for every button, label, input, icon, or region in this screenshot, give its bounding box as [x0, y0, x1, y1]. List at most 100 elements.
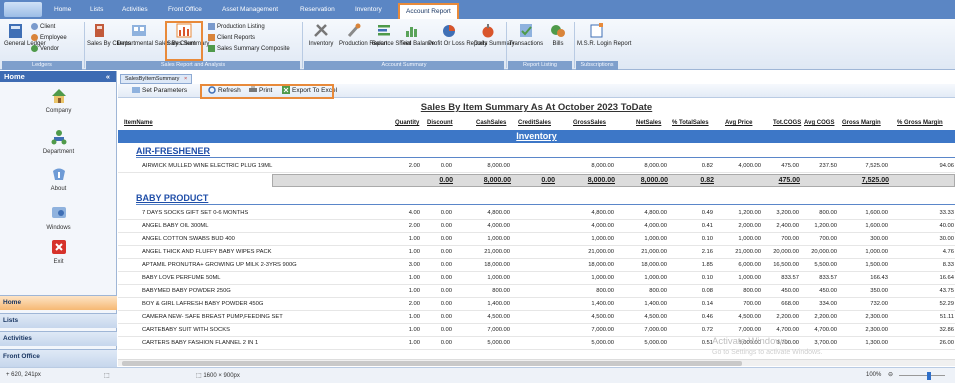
- general-ledger-button[interactable]: General Ledger: [4, 22, 46, 48]
- sales-summary-composite-button[interactable]: Sales Summary Composite: [208, 45, 290, 52]
- sidebar-item-department[interactable]: Department: [0, 128, 117, 155]
- client-button[interactable]: Client: [31, 23, 55, 30]
- daily-summary-button[interactable]: Daily Summary: [474, 22, 515, 48]
- tab-reservation[interactable]: Reservation: [300, 6, 335, 13]
- document-tab[interactable]: SalesByItemSummary ×: [120, 74, 193, 84]
- sales-by-clients-button[interactable]: Sales By Clients: [87, 22, 131, 48]
- col-header-grosssales[interactable]: GrossSales: [573, 120, 606, 126]
- production-listing-button[interactable]: Production Listing: [208, 23, 265, 30]
- table-row[interactable]: CARTEBABY SUIT WITH SOCKS 1.00 0.00 7,000.0…: [118, 324, 955, 337]
- trial-balance-button[interactable]: Trial Balance: [400, 22, 435, 48]
- avgcogs-cell: 833.57: [819, 275, 837, 281]
- cogs-cell: 20,000.00: [773, 249, 799, 255]
- menu-tab-bar: Home Lists Activities Front Office Asset…: [0, 0, 955, 19]
- table-row[interactable]: BOY & GIRL LAFRESH BABY POWDER 450G 2.00 0…: [118, 298, 955, 311]
- table-row[interactable]: BABYMED BABY POWDER 250G 1.00 0.00 800.00 80…: [118, 285, 955, 298]
- col-header-itemname[interactable]: ItemName: [124, 120, 153, 126]
- cash-cell: 4,000.00: [487, 223, 510, 229]
- margin-cell: 1,300.00: [865, 340, 888, 346]
- collapse-sidebar-button[interactable]: «: [106, 71, 110, 82]
- tab-inventory[interactable]: Inventory: [355, 6, 382, 13]
- transactions-button[interactable]: Transactions: [509, 22, 543, 48]
- tab-home[interactable]: Home: [54, 6, 71, 13]
- margin-cell: 1,500.00: [865, 262, 888, 268]
- col-header-discount[interactable]: Discount: [427, 120, 453, 126]
- production-report-button[interactable]: Production Report: [339, 22, 387, 48]
- nav-activities[interactable]: Activities: [0, 331, 117, 346]
- nav-lists[interactable]: Lists: [0, 313, 117, 328]
- pct-cell: 0.46: [701, 314, 713, 320]
- item-name-cell: ANGEL COTTON SWABS BUD 400: [142, 236, 235, 242]
- bills-button[interactable]: Bills: [547, 22, 569, 48]
- table-row[interactable]: 7 DAYS SOCKS GIFT SET 0-6 MONTHS 4.00 0.00…: [118, 207, 955, 220]
- balance-sheet-button[interactable]: Balance Sheet: [372, 22, 411, 48]
- tab-front-office[interactable]: Front Office: [168, 6, 202, 13]
- item-name-cell: CAMERA NEW- SAFE BREAST PUMP,FEEDING SET: [142, 314, 283, 320]
- zoom-slider-thumb[interactable]: [927, 372, 931, 380]
- col-header-tot-cogs[interactable]: Tot.COGS: [773, 120, 801, 126]
- item-name-cell: CARTERS BABY FASHION FLANNEL 2 IN 1: [142, 340, 259, 346]
- horizontal-scrollbar[interactable]: [118, 359, 955, 366]
- disc-cell: 0.00: [440, 288, 452, 294]
- sidebar-item-company[interactable]: Company: [0, 87, 117, 114]
- tab-lists[interactable]: Lists: [90, 6, 103, 13]
- report-area: Sales By Item Summary As At October 2023…: [118, 99, 955, 367]
- table-row[interactable]: ANGEL THICK AND FLUFFY BABY WIPES PACK 1.…: [118, 246, 955, 259]
- sales-summary-highlight: [165, 21, 203, 61]
- sidebar-item-windows[interactable]: Windows: [0, 204, 117, 231]
- nav-front-office[interactable]: Front Office: [0, 349, 117, 367]
- nav-home[interactable]: Home: [0, 295, 117, 310]
- table-row[interactable]: ANGEL COTTON SWABS BUD 400 1.00 0.00 1,000.…: [118, 233, 955, 246]
- avg-cell: 4,000.00: [738, 163, 761, 169]
- margin-cell: 1,600.00: [865, 223, 888, 229]
- vendor-button[interactable]: Vendor: [31, 45, 59, 52]
- col-header-netsales[interactable]: NetSales: [636, 120, 661, 126]
- table-row[interactable]: AIRWICK MULLED WINE ELECTRIC PLUG 19ML 2.…: [118, 160, 955, 173]
- group-separator: [506, 22, 507, 68]
- tab-activities[interactable]: Activities: [122, 6, 148, 13]
- col-header-quantity[interactable]: Quantity: [395, 120, 419, 126]
- selection-icon: ⬚: [104, 373, 110, 379]
- departmental-sales-button[interactable]: Departmental Sales By Client: [117, 22, 195, 48]
- sidebar-item-exit[interactable]: Exit: [0, 238, 117, 265]
- ledger-book-icon: [9, 24, 22, 38]
- scrollbar-thumb[interactable]: [122, 361, 742, 366]
- sidebar-header: Home «: [0, 71, 116, 82]
- col-header-pct-totalsales[interactable]: % TotalSales: [672, 120, 709, 126]
- inventory-report-button[interactable]: Inventory: [305, 22, 337, 48]
- cash-cell: 1,000.00: [487, 236, 510, 242]
- set-parameters-button[interactable]: Set Parameters: [132, 86, 187, 94]
- margin-cell: 1,000.00: [865, 249, 888, 255]
- cash-cell: 4,500.00: [487, 314, 510, 320]
- qty-cell: 1.00: [408, 314, 420, 320]
- zoom-out-button[interactable]: ⊖: [888, 371, 893, 378]
- tab-asset-management[interactable]: Asset Management: [222, 6, 278, 13]
- table-row[interactable]: ANGEL BABY OIL 300ML 2.00 0.00 4,000.00 4,00…: [118, 220, 955, 233]
- col-header-avg-price[interactable]: Avg Price: [725, 120, 752, 126]
- avgcogs-cell: 700.00: [819, 236, 837, 242]
- table-row[interactable]: CAMERA NEW- SAFE BREAST PUMP,FEEDING SET…: [118, 311, 955, 324]
- pct-cell: 0.41: [701, 223, 713, 229]
- application-button[interactable]: [4, 2, 42, 17]
- disc-cell: 0.00: [440, 163, 452, 169]
- col-header-creditsales[interactable]: CreditSales: [518, 120, 551, 126]
- sidebar-item-about[interactable]: About: [0, 165, 117, 192]
- qty-cell: 3.00: [408, 262, 420, 268]
- client-reports-button[interactable]: Client Reports: [208, 34, 255, 41]
- col-header-avg-cogs[interactable]: Avg COGS: [804, 120, 834, 126]
- zoom-slider[interactable]: [899, 375, 945, 376]
- tab-account-report[interactable]: Account Report: [398, 3, 459, 19]
- avgcogs-cell: 1,200.00: [814, 223, 837, 229]
- close-tab-icon[interactable]: ×: [184, 76, 187, 82]
- col-header-cashsales[interactable]: CashSales: [476, 120, 506, 126]
- profit-or-loss-button[interactable]: Profit Or Loss Reports: [428, 22, 487, 48]
- table-row[interactable]: BABY LOVE PERFUME 50ML 1.00 0.00 1,000.00 1,…: [118, 272, 955, 285]
- exit-close-icon: [51, 240, 66, 254]
- table-row[interactable]: APTAMIL PRONUTRA+ GROWING UP MILK 2-3YRS…: [118, 259, 955, 272]
- msr-login-report-button[interactable]: M.S.R. Login Report: [577, 22, 631, 48]
- col-header-pct-gross-margin[interactable]: % Gross Margin: [897, 120, 943, 126]
- employee-button[interactable]: Employee: [31, 34, 67, 41]
- document-tab-label: SalesByItemSummary: [125, 76, 180, 82]
- col-header-gross-margin[interactable]: Gross Margin: [842, 120, 881, 126]
- table-row[interactable]: CARTERS BABY FASHION FLANNEL 2 IN 1 1.00 0…: [118, 337, 955, 350]
